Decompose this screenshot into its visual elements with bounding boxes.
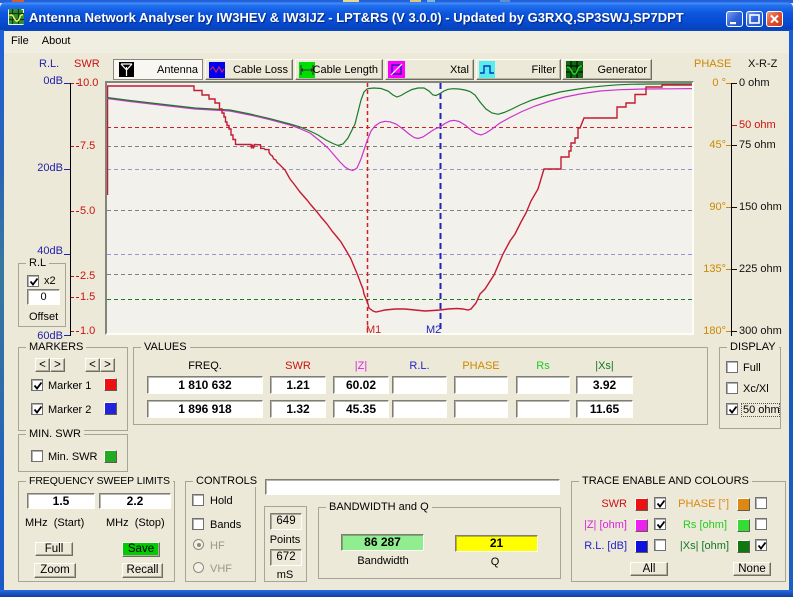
svg-text:M2: M2 — [426, 324, 441, 333]
svg-text:M1: M1 — [366, 324, 381, 333]
